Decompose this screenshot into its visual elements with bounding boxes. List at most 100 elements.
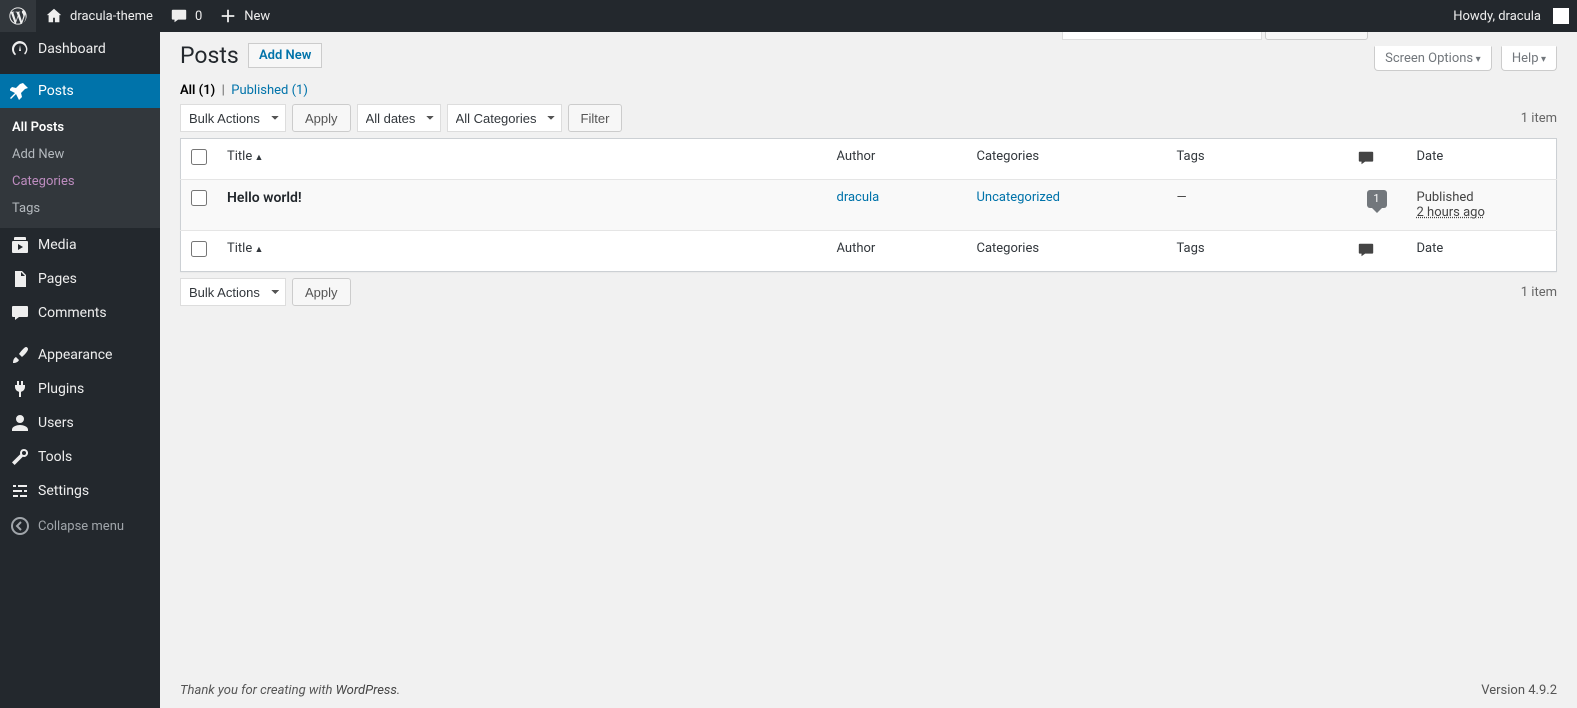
page-icon: [10, 269, 30, 289]
admin-sidebar: Dashboard Posts All Posts Add New Catego…: [0, 32, 160, 708]
menu-posts[interactable]: Posts: [0, 74, 160, 108]
filter-button[interactable]: Filter: [568, 104, 623, 132]
menu-users[interactable]: Users: [0, 406, 160, 440]
col-title-foot[interactable]: Title: [227, 241, 263, 256]
menu-plugins-label: Plugins: [38, 381, 84, 397]
select-all-bottom[interactable]: [191, 241, 207, 257]
post-title-link[interactable]: Hello world!: [227, 190, 302, 206]
footer-wordpress-link[interactable]: WordPress: [336, 683, 397, 698]
apply-button-bottom[interactable]: Apply: [292, 278, 351, 306]
avatar: [1553, 8, 1569, 24]
sliders-icon: [10, 481, 30, 501]
menu-tools-label: Tools: [38, 449, 72, 465]
user-icon: [10, 413, 30, 433]
post-categories[interactable]: Uncategorized: [967, 180, 1167, 231]
filter-all[interactable]: All: [180, 83, 195, 98]
col-comments[interactable]: [1347, 139, 1407, 180]
footer: Thank you for creating with WordPress. V…: [160, 673, 1577, 708]
status-filters: All (1) | Published (1): [180, 83, 1557, 98]
post-date-status: Published: [1417, 190, 1474, 205]
wordpress-icon: [8, 6, 28, 26]
footer-period: .: [397, 683, 400, 698]
page-title: Posts: [180, 42, 239, 69]
dashboard-icon: [10, 39, 30, 59]
col-date-foot[interactable]: Date: [1407, 231, 1557, 272]
menu-settings-label: Settings: [38, 483, 89, 499]
media-icon: [10, 235, 30, 255]
col-title[interactable]: Title: [227, 149, 263, 164]
wordpress-logo[interactable]: [0, 0, 36, 32]
col-comments-foot[interactable]: [1347, 231, 1407, 272]
bulk-actions-select-bottom[interactable]: Bulk Actions: [180, 278, 286, 306]
submenu-all-posts[interactable]: All Posts: [0, 114, 160, 141]
menu-plugins[interactable]: Plugins: [0, 372, 160, 406]
posts-table: Title Author Categories Tags Date Hello …: [180, 138, 1557, 272]
plus-icon: [218, 6, 238, 26]
menu-media[interactable]: Media: [0, 228, 160, 262]
comments-icon: [10, 303, 30, 323]
item-count-top: 1 item: [1521, 111, 1557, 126]
post-tags: —: [1167, 180, 1347, 231]
apply-button-top[interactable]: Apply: [292, 104, 351, 132]
new-text: New: [244, 9, 270, 24]
howdy-text: Howdy, dracula: [1453, 9, 1541, 24]
collapse-menu[interactable]: Collapse menu: [0, 508, 160, 544]
filter-published[interactable]: Published: [231, 83, 288, 98]
menu-tools[interactable]: Tools: [0, 440, 160, 474]
brush-icon: [10, 345, 30, 365]
menu-comments-label: Comments: [38, 305, 107, 321]
new-link[interactable]: New: [210, 0, 278, 32]
screen-options-tab[interactable]: Screen Options: [1374, 46, 1491, 71]
menu-pages-label: Pages: [38, 271, 77, 287]
menu-comments[interactable]: Comments: [0, 296, 160, 330]
home-icon: [44, 6, 64, 26]
howdy-account[interactable]: Howdy, dracula: [1445, 0, 1577, 32]
col-tags[interactable]: Tags: [1167, 139, 1347, 180]
submenu-categories[interactable]: Categories: [0, 168, 160, 195]
menu-media-label: Media: [38, 237, 77, 253]
date-filter-select[interactable]: All dates: [357, 104, 441, 132]
submenu-tags[interactable]: Tags: [0, 195, 160, 222]
category-filter-select[interactable]: All Categories: [447, 104, 562, 132]
menu-dashboard[interactable]: Dashboard: [0, 32, 160, 66]
submenu-add-new[interactable]: Add New: [0, 141, 160, 168]
site-name-link[interactable]: dracula-theme: [36, 0, 161, 32]
row-checkbox[interactable]: [191, 190, 207, 206]
comments-link[interactable]: 0: [161, 0, 210, 32]
plug-icon: [10, 379, 30, 399]
filter-published-count: (1): [292, 83, 308, 98]
tablenav-bottom: Bulk Actions Apply 1 item: [180, 278, 1557, 306]
col-author[interactable]: Author: [827, 139, 967, 180]
tablenav-top: Bulk Actions Apply All dates All Categor…: [180, 104, 1557, 132]
footer-version: Version 4.9.2: [1481, 683, 1557, 698]
comment-column-icon: [1357, 149, 1375, 167]
admin-bar: dracula-theme 0 New Howdy, dracula: [0, 0, 1577, 32]
filter-all-count: (1): [199, 83, 216, 98]
menu-settings[interactable]: Settings: [0, 474, 160, 508]
main-content: Screen Options Help Posts Add New Search…: [160, 0, 1577, 708]
col-author-foot[interactable]: Author: [827, 231, 967, 272]
col-date[interactable]: Date: [1407, 139, 1557, 180]
add-new-button[interactable]: Add New: [248, 43, 322, 68]
col-tags-foot[interactable]: Tags: [1167, 231, 1347, 272]
col-categories-foot[interactable]: Categories: [967, 231, 1167, 272]
comment-column-icon-foot: [1357, 241, 1375, 259]
menu-users-label: Users: [38, 415, 74, 431]
col-categories[interactable]: Categories: [967, 139, 1167, 180]
menu-appearance[interactable]: Appearance: [0, 338, 160, 372]
comment-icon: [169, 6, 189, 26]
table-row: Hello world! dracula Uncategorized — 1 P…: [181, 180, 1557, 231]
site-name-text: dracula-theme: [70, 9, 153, 24]
comment-count-bubble[interactable]: 1: [1367, 190, 1387, 208]
post-date-text: 2 hours ago: [1417, 205, 1485, 220]
post-author[interactable]: dracula: [827, 180, 967, 231]
bulk-actions-select-top[interactable]: Bulk Actions: [180, 104, 286, 132]
footer-thank-prefix: Thank you for creating with: [180, 683, 336, 698]
screen-meta-tabs: Screen Options Help: [1368, 46, 1557, 71]
menu-pages[interactable]: Pages: [0, 262, 160, 296]
menu-appearance-label: Appearance: [38, 347, 112, 363]
collapse-icon: [10, 516, 30, 536]
select-all-top[interactable]: [191, 149, 207, 165]
help-tab[interactable]: Help: [1501, 46, 1557, 71]
wrench-icon: [10, 447, 30, 467]
